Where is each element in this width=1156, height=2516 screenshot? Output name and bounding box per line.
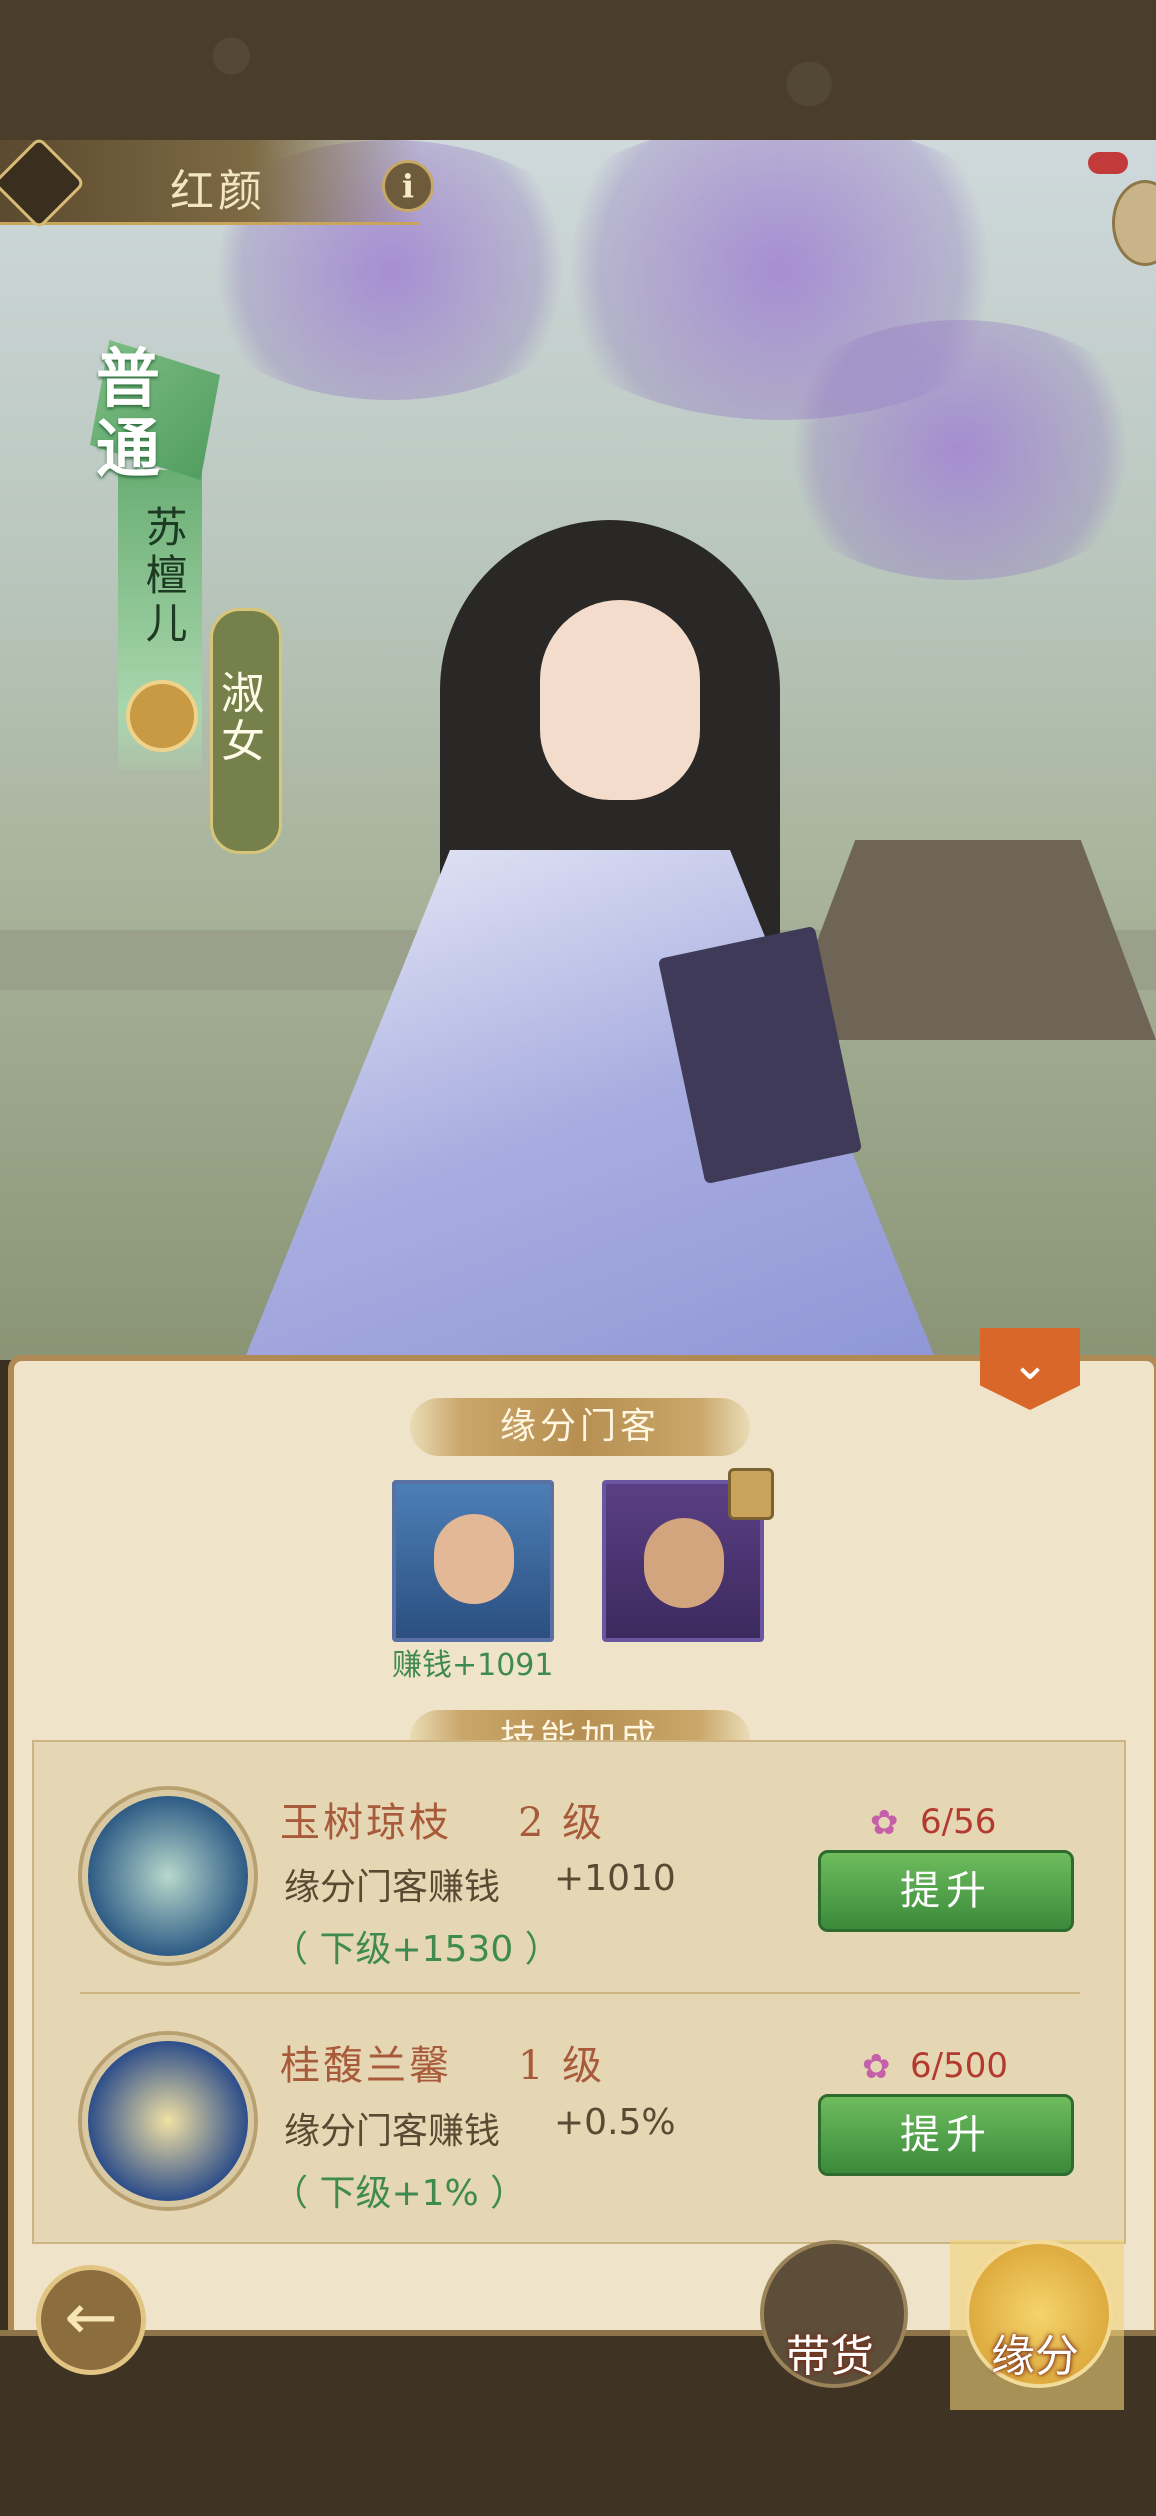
skill-desc: 缘分门客赚钱	[284, 1867, 501, 1908]
goods-nav-label[interactable]: 带货	[770, 2320, 890, 2384]
info-icon[interactable]: i	[382, 160, 434, 212]
pavilion-roof	[780, 840, 1156, 1040]
rarity-label: 普通	[96, 342, 160, 487]
skill-name: 玉树琼枝	[280, 1800, 452, 1846]
retainer-face	[434, 1514, 514, 1604]
top-frame	[0, 0, 1156, 146]
flower-petal-icon: ✿	[870, 1803, 899, 1843]
character-face	[540, 600, 700, 800]
skill-level: 2 级	[518, 1800, 606, 1846]
skill-next-level: （ 下级+1530 ）	[272, 1929, 561, 1970]
divider	[80, 1992, 1080, 1994]
notification-dot	[1088, 152, 1128, 174]
skill-value: +1010	[554, 1858, 676, 1899]
pine-tree-skill-icon	[82, 1790, 254, 1962]
skill-next-level: （ 下级+1% ）	[272, 2173, 527, 2214]
retainer-earn-label: 赚钱+1091	[392, 1648, 554, 1683]
fate-retainers-title: 缘分门客	[410, 1398, 750, 1456]
upgrade-button[interactable]: 提升	[818, 1850, 1074, 1932]
back-arrow-icon[interactable]: ←	[36, 2265, 146, 2375]
flower-petal-icon: ✿	[862, 2047, 891, 2087]
character-name: 苏檀儿	[139, 505, 188, 649]
retainer-portrait[interactable]	[392, 1480, 554, 1642]
retainer-face	[644, 1518, 724, 1608]
card-badge-icon[interactable]	[126, 680, 198, 752]
skill-name: 桂馥兰馨	[280, 2043, 452, 2089]
page-title: 红颜	[170, 166, 266, 217]
wisteria-decoration	[760, 320, 1156, 580]
skill-cost-count: 6/56	[920, 1802, 997, 1842]
osmanthus-bird-skill-icon	[82, 2035, 254, 2207]
lock-icon	[728, 1468, 774, 1520]
skill-value: +0.5%	[554, 2102, 676, 2143]
fate-nav-label[interactable]: 缘分	[975, 2320, 1095, 2384]
skill-cost-count: 6/500	[910, 2046, 1008, 2086]
skill-desc: 缘分门客赚钱	[284, 2111, 501, 2152]
trait-label: 淑女	[213, 670, 264, 766]
upgrade-button[interactable]: 提升	[818, 2094, 1074, 2176]
skill-level: 1 级	[518, 2043, 606, 2089]
